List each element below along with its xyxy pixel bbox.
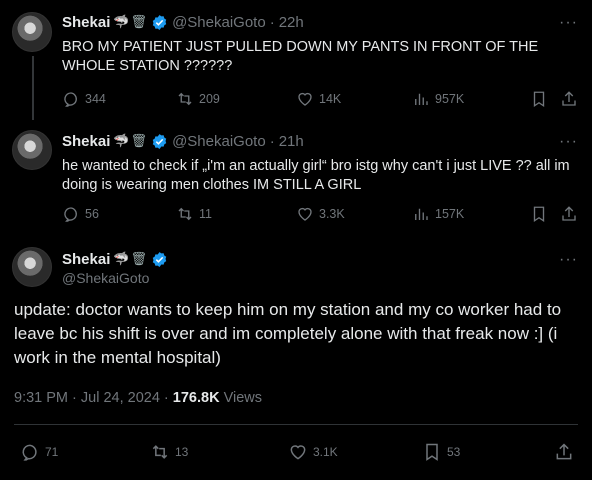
heart-icon xyxy=(290,445,306,460)
retweet-icon xyxy=(178,92,192,106)
more-options-icon[interactable]: ··· xyxy=(559,133,578,151)
bookmark-button[interactable] xyxy=(530,205,548,223)
display-name[interactable]: Shekai xyxy=(62,133,110,150)
name-emojis: 🦈🗑 xyxy=(113,133,149,148)
like-button[interactable]: 3.3K xyxy=(296,205,345,223)
share-icon xyxy=(562,91,576,106)
bookmark-icon xyxy=(533,91,545,108)
reply-icon xyxy=(22,444,37,461)
views-count: 957K xyxy=(435,92,465,106)
bookmark-button[interactable] xyxy=(530,90,548,108)
tweet-meta: 9:31 PM · Jul 24, 2024 · 176.8K Views xyxy=(14,390,262,406)
main-views-count: 176.8K xyxy=(172,390,220,406)
timestamp[interactable]: 21h xyxy=(279,133,304,150)
like-count: 3.1K xyxy=(313,445,338,459)
heart-icon xyxy=(298,207,312,221)
views-count: 157K xyxy=(435,207,465,221)
main-tweet-text: update: doctor wants to keep him on my s… xyxy=(14,300,562,367)
retweet-count: 13 xyxy=(175,445,189,459)
like-count: 14K xyxy=(319,92,342,106)
views-button[interactable]: 957K xyxy=(412,90,464,108)
reply-button[interactable]: 344 xyxy=(62,90,106,108)
divider xyxy=(14,424,578,425)
share-icon xyxy=(556,443,572,460)
tweet-1[interactable]: Shekai 🦈🗑 @ShekaiGoto · 22h ··· BRO MY P… xyxy=(0,0,592,125)
views-icon xyxy=(415,208,428,220)
tweet-2[interactable]: Shekai 🦈🗑 @ShekaiGoto · 21h ··· he wante… xyxy=(0,125,592,237)
bookmark-icon xyxy=(426,443,438,461)
tweet-text: he wanted to check if „i'm an actually g… xyxy=(62,158,570,193)
avatar[interactable] xyxy=(12,130,52,170)
verified-badge-icon xyxy=(152,133,167,149)
display-name[interactable]: Shekai xyxy=(62,251,110,268)
handle[interactable]: @ShekaiGoto xyxy=(172,14,266,31)
tweet-text: BRO MY PATIENT JUST PULLED DOWN MY PANTS… xyxy=(62,39,539,74)
reply-button[interactable]: 71 xyxy=(20,442,58,462)
reply-count: 344 xyxy=(85,92,106,106)
reply-count: 71 xyxy=(45,445,59,459)
bookmark-button[interactable]: 53 xyxy=(422,442,460,462)
like-button[interactable]: 14K xyxy=(296,90,341,108)
reply-button[interactable]: 56 xyxy=(62,205,99,223)
share-button[interactable] xyxy=(554,442,574,462)
share-icon xyxy=(562,206,576,221)
bookmark-count: 53 xyxy=(447,445,461,459)
retweet-icon xyxy=(178,207,192,221)
handle[interactable]: @ShekaiGoto xyxy=(62,270,149,286)
retweet-icon xyxy=(152,445,168,459)
main-views-label: Views xyxy=(219,390,262,406)
name-emojis: 🦈🗑 xyxy=(113,14,149,29)
thread-line xyxy=(32,56,34,120)
retweet-count: 209 xyxy=(199,92,220,106)
main-timestamp[interactable]: 9:31 PM · Jul 24, 2024 · xyxy=(14,390,173,406)
views-button[interactable]: 157K xyxy=(412,205,464,223)
views-icon xyxy=(415,93,428,105)
bookmark-icon xyxy=(533,206,545,223)
more-options-icon[interactable]: ··· xyxy=(559,14,578,32)
display-name[interactable]: Shekai xyxy=(62,14,110,31)
avatar[interactable] xyxy=(12,12,52,52)
separator-dot: · xyxy=(269,132,275,150)
retweet-button[interactable]: 209 xyxy=(176,90,220,108)
verified-badge-icon xyxy=(152,14,167,30)
handle[interactable]: @ShekaiGoto xyxy=(172,133,266,150)
share-button[interactable] xyxy=(560,90,578,108)
like-button[interactable]: 3.1K xyxy=(288,442,338,462)
reply-icon xyxy=(64,207,77,222)
retweet-button[interactable]: 11 xyxy=(176,205,212,223)
verified-badge-icon xyxy=(152,251,167,267)
share-button[interactable] xyxy=(560,205,578,223)
heart-icon xyxy=(298,92,312,106)
retweet-count: 11 xyxy=(199,207,212,221)
retweet-button[interactable]: 13 xyxy=(150,442,188,462)
separator-dot: · xyxy=(269,13,275,31)
name-emojis: 🦈🗑 xyxy=(113,251,149,266)
more-options-icon[interactable]: ··· xyxy=(559,251,578,269)
like-count: 3.3K xyxy=(319,207,345,221)
reply-icon xyxy=(64,92,77,107)
reply-count: 56 xyxy=(85,207,99,221)
avatar[interactable] xyxy=(12,247,52,287)
timestamp[interactable]: 22h xyxy=(279,14,304,31)
